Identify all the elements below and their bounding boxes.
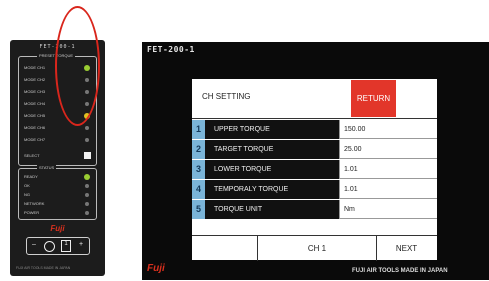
param-row[interactable]: 3 LOWER TORQUE 1.01 <box>192 160 437 179</box>
channel-label: MODE CH1 <box>24 65 46 70</box>
select-label: SELECT <box>24 153 40 158</box>
param-name: LOWER TORQUE <box>205 160 339 179</box>
param-row[interactable]: 1 UPPER TORQUE 150.00 <box>192 120 437 139</box>
screen-title: FET-200-1 <box>147 45 195 54</box>
return-button[interactable]: RETURN <box>351 80 396 117</box>
param-index: 4 <box>192 180 205 199</box>
channel-down-button[interactable]: – <box>32 241 36 248</box>
channel-selector[interactable]: – 1 + <box>26 237 90 255</box>
param-name: UPPER TORQUE <box>205 120 339 139</box>
param-index: 5 <box>192 200 205 219</box>
channel-label: MODE CH7 <box>24 137 46 142</box>
status-lamp-icon <box>85 202 89 206</box>
channel-label: MODE CH4 <box>24 101 46 106</box>
status-lamp-icon <box>85 184 89 188</box>
status-panel-label: STATUS <box>37 165 57 170</box>
param-row[interactable]: 5 TORQUE UNIT Nm <box>192 200 437 219</box>
channel-button[interactable]: CH 1 <box>257 236 377 261</box>
param-row[interactable]: 2 TARGET TORQUE 25.00 <box>192 140 437 159</box>
param-index: 1 <box>192 120 205 139</box>
select-button[interactable] <box>84 152 91 159</box>
param-name: TARGET TORQUE <box>205 140 339 159</box>
next-button[interactable]: NEXT <box>376 236 437 261</box>
status-label: NETWORK <box>24 201 45 206</box>
param-value-field[interactable]: 1.01 <box>339 160 437 179</box>
status-panel: STATUS READY OK NG NETWORK POWER <box>18 165 97 220</box>
dial-icon[interactable] <box>44 241 55 252</box>
channel-row-7[interactable]: MODE CH7 <box>24 135 92 145</box>
screen-brand-logo: Fuji <box>147 263 165 274</box>
param-index: 3 <box>192 160 205 179</box>
param-row[interactable]: 4 TEMPORALY TORQUE 1.01 <box>192 180 437 199</box>
param-index: 2 <box>192 140 205 159</box>
status-lamp-icon <box>84 174 90 180</box>
page-title: CH SETTING <box>202 92 251 101</box>
param-value-field[interactable]: 25.00 <box>339 140 437 159</box>
channel-number: 1 <box>61 240 71 252</box>
channel-label: MODE CH6 <box>24 125 46 130</box>
form-header: CH SETTING RETURN <box>192 79 437 119</box>
form-footer: CH 1 NEXT <box>192 235 437 261</box>
status-row-power: POWER <box>24 208 92 218</box>
status-label: READY <box>24 174 38 179</box>
channel-label: MODE CH3 <box>24 89 46 94</box>
param-value-field[interactable]: 150.00 <box>339 120 437 139</box>
touch-screen: FET-200-1 CH SETTING RETURN 1 UPPER TORQ… <box>142 42 489 280</box>
channel-label: MODE CH2 <box>24 77 46 82</box>
highlight-circle <box>55 6 100 126</box>
status-label: POWER <box>24 210 40 215</box>
status-lamp-icon <box>85 211 89 215</box>
device-brand-logo: Fuji <box>50 224 65 233</box>
channel-up-button[interactable]: + <box>79 241 83 248</box>
param-value-field[interactable]: Nm <box>339 200 437 219</box>
param-value-field[interactable]: 1.01 <box>339 180 437 199</box>
screen-footer: FUJI AIR TOOLS MADE IN JAPAN <box>352 268 448 274</box>
status-label: OK <box>24 183 30 188</box>
channel-lamp-icon <box>85 126 89 130</box>
param-name: TORQUE UNIT <box>205 200 339 219</box>
channel-lamp-icon <box>85 138 89 142</box>
select-row[interactable]: SELECT <box>24 151 92 161</box>
ch-setting-form: CH SETTING RETURN 1 UPPER TORQUE 150.00 … <box>192 79 437 261</box>
channel-label: MODE CH5 <box>24 113 46 118</box>
device-footer: FUJI AIR TOOLS MADE IN JAPAN <box>16 266 71 270</box>
status-lamp-icon <box>85 193 89 197</box>
param-name: TEMPORALY TORQUE <box>205 180 339 199</box>
status-label: NG <box>24 192 30 197</box>
